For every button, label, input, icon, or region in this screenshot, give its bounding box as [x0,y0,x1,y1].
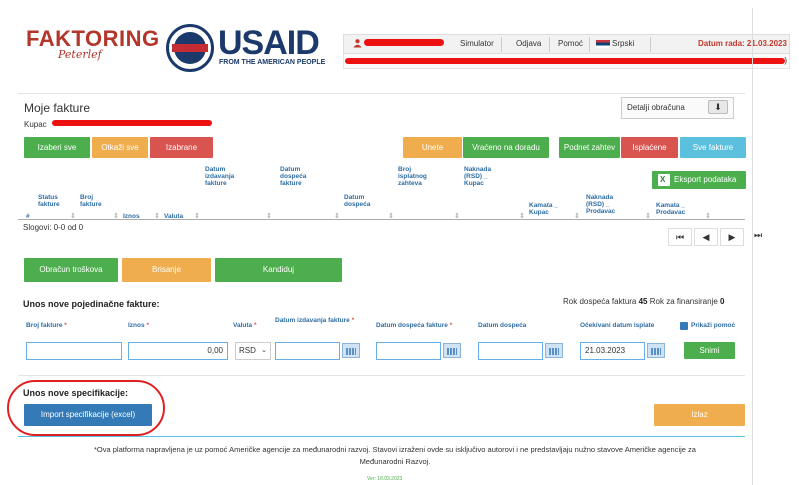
deselect-all-button[interactable]: Otkaži sve [92,137,148,158]
last-page-icon[interactable]: ⏭ [754,230,762,241]
broj-fakture-label: Broj fakture * [26,322,67,329]
footer-disclaimer: *Ova platforma napravljena je uz pomoć A… [94,445,696,466]
kandiduj-button[interactable]: Kandiduj [215,258,342,282]
col-datum-dospeca-fakture[interactable]: Datum dospeća fakture [280,166,320,187]
rok-dospeca-label: Rok dospeća faktura [563,297,637,306]
first-page-icon[interactable]: ⏮ [668,228,692,246]
col-broj-fakture[interactable]: Broj fakture [80,194,106,208]
valuta-label: Valuta * [233,322,257,329]
datum-dospeca-input[interactable] [478,342,543,360]
redacted-company-info [345,58,785,64]
col-status[interactable]: Status fakture [38,194,68,208]
detalji-obracuna-label: Detalji obračuna [627,103,685,112]
next-page-icon[interactable]: ▶ [720,228,744,246]
prikazi-pomoc-label[interactable]: Prikaži pomoć [691,322,735,329]
highlight-circle [7,380,165,436]
calendar-icon[interactable] [647,343,665,358]
version-label: Ver: 16.03.2023 [367,476,403,482]
serbian-flag-icon [596,40,610,48]
divider [18,436,745,437]
datum-izdavanja-label: Datum izdavanja fakture * [275,317,355,324]
divider [589,37,590,52]
excel-icon: X [658,174,670,186]
prev-page-icon[interactable]: ◀ [694,228,718,246]
datum-dospeca-fakture-label: Datum dospeća fakture * [376,322,453,329]
divider [18,93,745,94]
redacted-username [364,39,444,46]
divider [650,37,651,52]
filter-podnet-button[interactable]: Podnet zahtev [559,137,620,158]
chevron-down-icon: ⌄ [261,347,267,354]
filter-vraceno-button[interactable]: Vraćeno na doradu [463,137,549,158]
rok-info: Rok dospeća faktura 45 Rok za finansiran… [563,297,724,306]
divider [549,37,550,52]
ocekivani-datum-label: Očekivani datum isplate [580,322,655,329]
col-kamata-prodavac[interactable]: Kamata _ Prodavac [656,202,692,216]
faktoring-logo-subtitle: Peterlef [58,48,102,61]
selected-button[interactable]: Izabrane [150,137,213,158]
obracun-troskova-button[interactable]: Obračun troškova [24,258,118,282]
calendar-icon[interactable] [545,343,563,358]
arrow-down-icon[interactable]: ⬇ [708,100,728,114]
col-datum-dospeca[interactable]: Datum dospeća [344,194,376,208]
user-icon [353,39,362,48]
export-label: Eksport podataka [674,175,737,184]
divider [18,375,745,376]
simulator-link[interactable]: Simulator [460,39,494,48]
rok-dospeca-value: 45 [638,297,648,306]
select-all-button[interactable]: Izaberi sve [24,137,90,158]
kupac-label: Kupac [24,120,47,129]
filter-sve-button[interactable]: Sve fakture [680,137,746,158]
iznos-input[interactable]: 0,00 [128,342,228,360]
new-invoice-title: Unos nove pojedinačne fakture: [23,299,160,309]
col-datum-izdavanja[interactable]: Datum izdavanja fakture [205,166,245,187]
datum-dospeca-label: Datum dospeća [478,322,527,329]
iznos-label: Iznos * [128,322,149,329]
usaid-logo: USAID [218,24,320,62]
divider [501,37,502,52]
brisanje-button[interactable]: Brisanje [122,258,211,282]
calendar-icon[interactable] [443,343,461,358]
rok-finansiranje-value: 0 [720,297,725,306]
valuta-value: RSD [239,346,256,355]
calendar-icon[interactable] [342,343,360,358]
redacted-kupac-name [52,120,212,126]
datum-izdavanja-input[interactable] [275,342,340,360]
filter-isplacene-button[interactable]: Isplaćene [621,137,678,158]
prikazi-pomoc-checkbox[interactable] [680,322,688,330]
izlaz-button[interactable]: Izlaz [654,404,745,426]
usaid-seal-band [172,44,208,52]
export-button[interactable]: X Eksport podataka [652,171,746,189]
col-broj-isplatnog[interactable]: Broj isplatnog zahteva [398,166,436,187]
col-kamata-kupac[interactable]: Kamata _ Kupac [529,202,561,216]
col-naknada-kupac[interactable]: Naknada (RSD) _ Kupac [464,166,500,187]
datum-dospeca-fakture-input[interactable] [376,342,441,360]
ocekivani-datum-input[interactable]: 21.03.2023 [580,342,645,360]
odjava-link[interactable]: Odjava [516,39,541,48]
snimi-button[interactable]: Snimi [684,342,735,359]
page-title: Moje fakture [24,101,91,115]
pomoc-link[interactable]: Pomoć [558,39,583,48]
table-header-divider [18,219,745,220]
usaid-tagline: FROM THE AMERICAN PEOPLE [219,59,326,66]
filter-unete-button[interactable]: Unete [403,137,462,158]
broj-fakture-input[interactable] [26,342,122,360]
work-date: Datum rada: 21.03.2023 [698,39,787,48]
language-selector[interactable]: Srpski [612,39,634,48]
page-border [752,8,753,485]
records-count: Slogovi: 0-0 od 0 [23,223,84,232]
col-naknada-prodavac[interactable]: Naknada (RSD) _ Prodavac [586,194,632,215]
valuta-select[interactable]: RSD ⌄ [235,342,271,360]
rok-finansiranje-label: Rok za finansiranje [649,297,718,306]
